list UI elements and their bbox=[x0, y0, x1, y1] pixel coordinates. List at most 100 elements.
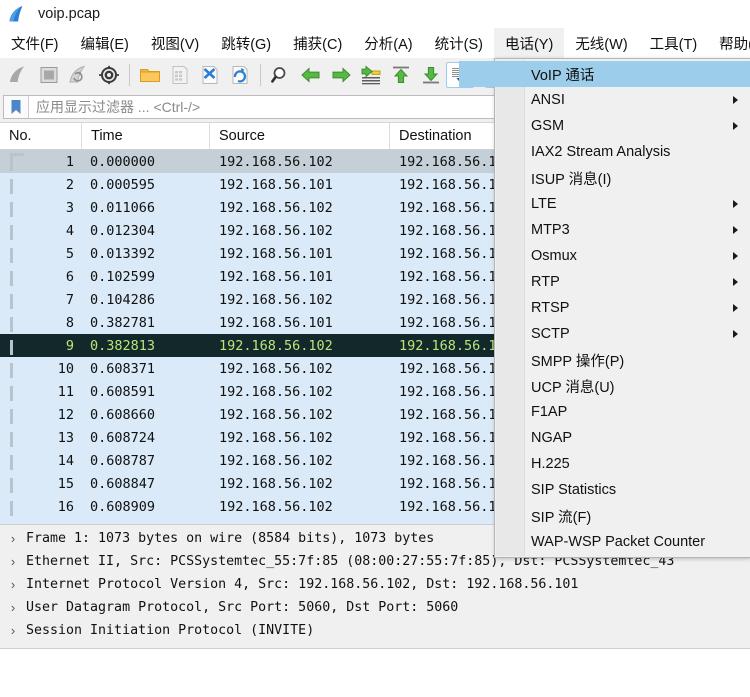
menu-statistics[interactable]: 统计(S) bbox=[424, 28, 494, 58]
cell-source: 192.168.56.102 bbox=[219, 429, 333, 446]
cell-time: 0.608847 bbox=[90, 475, 156, 492]
filter-bookmark-icon[interactable] bbox=[4, 96, 29, 118]
menu-item-label: SIP 流(F) bbox=[531, 509, 592, 526]
submenu-arrow-icon bbox=[733, 96, 738, 104]
cell-time: 0.608787 bbox=[90, 452, 156, 469]
find-packet-magnifier-icon[interactable] bbox=[266, 60, 296, 90]
toolbar-separator bbox=[260, 64, 261, 86]
start-capture-shark-icon[interactable] bbox=[4, 60, 34, 90]
menu-view[interactable]: 视图(V) bbox=[140, 28, 210, 58]
column-header-source[interactable]: Source bbox=[210, 123, 390, 149]
menu-item-label: SMPP 操作(P) bbox=[531, 353, 625, 370]
close-file-icon[interactable] bbox=[195, 60, 225, 90]
detail-row[interactable]: › User Datagram Protocol, Src Port: 5060,… bbox=[0, 596, 750, 619]
menu-file[interactable]: 文件(F) bbox=[0, 28, 70, 58]
menu-item-voip[interactable]: VoIP 通话 bbox=[459, 61, 750, 87]
menu-item-label: UCP 消息(U) bbox=[531, 379, 615, 396]
menu-highlight-fill bbox=[459, 61, 495, 87]
cell-time: 0.000595 bbox=[90, 176, 156, 193]
telephony-dropdown-menu[interactable]: VoIP 通话 ANSI GSM IAX2 Stream Analysis ISUP 消… bbox=[459, 58, 750, 558]
menu-help[interactable]: 帮助(H) bbox=[708, 28, 750, 58]
go-to-last-packet-icon[interactable] bbox=[416, 60, 446, 90]
menu-edit[interactable]: 编辑(E) bbox=[70, 28, 140, 58]
detail-row[interactable]: › Internet Protocol Version 4, Src: 192.1… bbox=[0, 573, 750, 596]
packet-relation-dash bbox=[10, 156, 13, 171]
menu-item-wap-wsp-packet-counter[interactable]: WAP-WSP Packet Counter bbox=[495, 529, 750, 555]
menu-item-f1ap[interactable]: F1AP bbox=[495, 399, 750, 425]
submenu-arrow-icon bbox=[733, 304, 738, 312]
chevron-right-icon[interactable]: › bbox=[0, 577, 26, 592]
chevron-right-icon[interactable]: › bbox=[0, 531, 26, 546]
menu-item-smpp-p[interactable]: SMPP 操作(P) bbox=[495, 347, 750, 373]
menu-item-mtp3[interactable]: MTP3 bbox=[495, 217, 750, 243]
open-folder-icon[interactable] bbox=[135, 60, 165, 90]
cell-time: 0.102599 bbox=[90, 268, 156, 285]
menu-item-label: ISUP 消息(I) bbox=[531, 171, 612, 188]
packet-relation-dash bbox=[10, 225, 13, 240]
packet-relation-dash bbox=[10, 409, 13, 424]
chevron-right-icon[interactable]: › bbox=[0, 623, 26, 638]
menu-wireless[interactable]: 无线(W) bbox=[564, 28, 638, 58]
menu-item-gsm[interactable]: GSM bbox=[495, 113, 750, 139]
packet-relation-dash bbox=[10, 202, 13, 217]
menu-item-label: GSM bbox=[531, 118, 565, 134]
menu-item-sip-f[interactable]: SIP 流(F) bbox=[495, 503, 750, 529]
packet-relation-dash bbox=[10, 363, 13, 378]
cell-source: 192.168.56.101 bbox=[219, 314, 333, 331]
go-to-first-packet-icon[interactable] bbox=[386, 60, 416, 90]
menu-analyze[interactable]: 分析(A) bbox=[353, 28, 423, 58]
packet-relation-dash bbox=[10, 340, 13, 355]
wireshark-shark-fin-icon bbox=[9, 6, 23, 22]
menu-item-sctp[interactable]: SCTP bbox=[495, 321, 750, 347]
cell-time: 0.608371 bbox=[90, 360, 156, 377]
menu-telephony[interactable]: 电话(Y) bbox=[493, 28, 565, 58]
menu-item-label: H.225 bbox=[531, 456, 570, 472]
packet-relation-dash bbox=[10, 455, 13, 470]
restart-capture-icon[interactable] bbox=[64, 60, 94, 90]
submenu-arrow-icon bbox=[733, 200, 738, 208]
menu-item-isup-i[interactable]: ISUP 消息(I) bbox=[495, 165, 750, 191]
menu-item-ngap[interactable]: NGAP bbox=[495, 425, 750, 451]
go-forward-arrow-icon[interactable] bbox=[326, 60, 356, 90]
cell-source: 192.168.56.101 bbox=[219, 245, 333, 262]
column-header-time[interactable]: Time bbox=[82, 123, 210, 149]
detail-row[interactable]: › Session Initiation Protocol (INVITE) bbox=[0, 619, 750, 642]
packet-relation-dash bbox=[10, 179, 13, 194]
reload-file-icon[interactable] bbox=[225, 60, 255, 90]
save-file-icon[interactable] bbox=[165, 60, 195, 90]
submenu-arrow-icon bbox=[733, 278, 738, 286]
capture-options-gear-icon[interactable] bbox=[94, 60, 124, 90]
menu-item-sip-statistics[interactable]: SIP Statistics bbox=[495, 477, 750, 503]
menu-capture[interactable]: 捕获(C) bbox=[282, 28, 353, 58]
cell-source: 192.168.56.102 bbox=[219, 360, 333, 377]
menu-item-rtsp[interactable]: RTSP bbox=[495, 295, 750, 321]
menu-go[interactable]: 跳转(G) bbox=[210, 28, 282, 58]
cell-time: 0.608909 bbox=[90, 498, 156, 515]
menu-item-ucp-u[interactable]: UCP 消息(U) bbox=[495, 373, 750, 399]
toolbar-separator bbox=[129, 64, 130, 86]
menu-item-ansi[interactable]: ANSI bbox=[495, 87, 750, 113]
column-header-no[interactable]: No. bbox=[0, 123, 82, 149]
cell-source: 192.168.56.101 bbox=[219, 176, 333, 193]
stop-capture-square-icon[interactable] bbox=[34, 60, 64, 90]
go-back-arrow-icon[interactable] bbox=[296, 60, 326, 90]
chevron-right-icon[interactable]: › bbox=[0, 600, 26, 615]
packet-bytes-pane[interactable] bbox=[0, 648, 750, 697]
menu-item-label: VoIP 通话 bbox=[531, 67, 595, 84]
menu-item-rtp[interactable]: RTP bbox=[495, 269, 750, 295]
window-title: voip.pcap bbox=[38, 6, 101, 22]
packet-relation-dash bbox=[10, 386, 13, 401]
title-bar: voip.pcap bbox=[0, 0, 750, 28]
menu-item-label: Osmux bbox=[531, 248, 577, 264]
menu-tools[interactable]: 工具(T) bbox=[639, 28, 709, 58]
detail-row-label: Frame 1: 1073 bytes on wire (8584 bits),… bbox=[26, 531, 435, 546]
menu-item-iax2-stream-analysis[interactable]: IAX2 Stream Analysis bbox=[495, 139, 750, 165]
cell-time: 0.012304 bbox=[90, 222, 156, 239]
go-to-packet-icon[interactable] bbox=[356, 60, 386, 90]
menu-item-osmux[interactable]: Osmux bbox=[495, 243, 750, 269]
cell-source: 192.168.56.102 bbox=[219, 199, 333, 216]
menu-item-lte[interactable]: LTE bbox=[495, 191, 750, 217]
submenu-arrow-icon bbox=[733, 226, 738, 234]
menu-item-h-225[interactable]: H.225 bbox=[495, 451, 750, 477]
chevron-right-icon[interactable]: › bbox=[0, 554, 26, 569]
